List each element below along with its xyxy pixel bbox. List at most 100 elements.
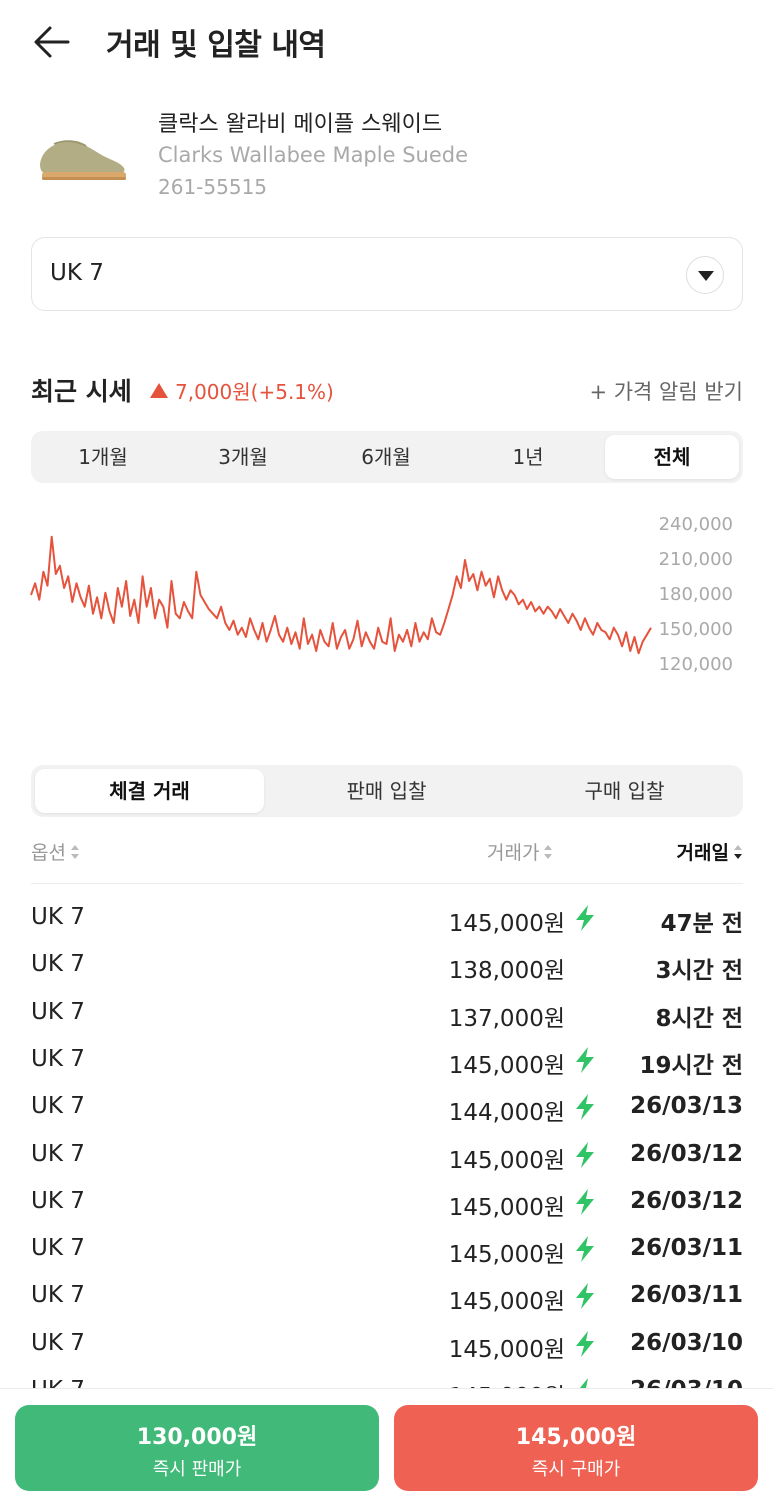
price-chart-plot: [30, 535, 652, 655]
sort-by-date[interactable]: 거래일: [677, 838, 743, 865]
trade-tabs: 체결 거래 판매 입찰 구매 입찰: [31, 765, 743, 817]
row-date: 19시간 전: [639, 1052, 744, 1079]
row-price: 145,000원: [448, 1336, 565, 1363]
table-row: UK 7 145,000원 26/03/10: [31, 1320, 743, 1367]
price-chart: 240,000 210,000 180,000 150,000 120,000: [0, 500, 773, 700]
row-option: UK 7: [31, 1282, 85, 1309]
size-select[interactable]: UK 7: [31, 237, 743, 311]
row-price: 145,000원: [448, 1194, 565, 1221]
buy-label: 즉시 구매가: [531, 1459, 621, 1480]
row-price: 145,000원: [448, 1052, 565, 1079]
row-price: 145,000원: [448, 911, 565, 937]
table-row: UK 7 145,000원 19시간 전: [31, 1036, 743, 1083]
size-dropdown-button[interactable]: [686, 256, 724, 294]
row-option: UK 7: [31, 1045, 85, 1072]
y-tick-label: 210,000: [658, 549, 733, 570]
sort-by-price[interactable]: 거래가: [487, 838, 553, 865]
header-option: 옵션: [31, 842, 66, 864]
lightning-icon: [572, 1330, 598, 1358]
tab-completed-trades[interactable]: 체결 거래: [35, 769, 264, 813]
tab-1-year[interactable]: 1년: [459, 435, 597, 479]
sell-label: 즉시 판매가: [152, 1459, 242, 1480]
table-row: UK 7 145,000원 26/03/12: [31, 1131, 743, 1178]
y-tick-label: 240,000: [658, 514, 733, 535]
sell-price: 130,000원: [136, 1425, 258, 1450]
buy-price: 145,000원: [515, 1425, 637, 1450]
row-date: 26/03/12: [630, 1187, 743, 1214]
row-date: 26/03/11: [630, 1235, 743, 1262]
row-option: UK 7: [31, 1329, 85, 1356]
row-option: UK 7: [31, 951, 85, 978]
tab-all[interactable]: 전체: [605, 435, 739, 479]
tab-1-month[interactable]: 1개월: [35, 435, 171, 479]
tab-buy-bids[interactable]: 구매 입찰: [510, 769, 739, 813]
arrow-left-icon: [34, 26, 70, 58]
header-date: 거래일: [676, 842, 729, 864]
instant-buy-button[interactable]: 145,000원 즉시 구매가: [394, 1405, 758, 1491]
row-option: UK 7: [31, 998, 85, 1025]
table-row: UK 7 137,000원 8시간 전: [31, 989, 743, 1036]
tab-6-months[interactable]: 6개월: [317, 435, 455, 479]
row-option: UK 7: [31, 904, 85, 930]
period-tabs: 1개월 3개월 6개월 1년 전체: [31, 431, 743, 483]
table-row: UK 7 145,000원 26/03/12: [31, 1178, 743, 1225]
market-change-value: 7,000원(+5.1%): [175, 380, 334, 404]
table-row: UK 7145,000원26/03/10: [31, 1367, 743, 1390]
size-value: UK 7: [50, 260, 104, 286]
row-date: 3시간 전: [655, 958, 744, 985]
row-date: 26/03/11: [630, 1282, 743, 1309]
row-option: UK 7: [31, 1235, 85, 1262]
row-price: 137,000원: [448, 1005, 565, 1032]
table-row: UK 7 144,000원 26/03/13: [31, 1083, 743, 1130]
bottom-action-bar: 130,000원 즉시 판매가 145,000원 즉시 구매가: [0, 1388, 773, 1500]
product-name-en: Clarks Wallabee Maple Suede: [158, 143, 469, 167]
row-option: UK 7: [31, 1093, 85, 1120]
sort-icon: [70, 843, 80, 865]
lightning-icon: [572, 1282, 598, 1310]
y-tick-label: 180,000: [658, 584, 733, 605]
sort-icon: [543, 843, 553, 865]
row-option: UK 7: [31, 1187, 85, 1214]
price-alert-link[interactable]: + 가격 알림 받기: [589, 376, 743, 406]
back-button[interactable]: [30, 18, 78, 66]
y-tick-label: 150,000: [658, 619, 733, 640]
product-image: [34, 130, 130, 186]
tab-3-months[interactable]: 3개월: [175, 435, 311, 479]
market-price-row: 최근 시세 7,000원(+5.1%) + 가격 알림 받기: [31, 372, 743, 408]
row-date: 26/03/10: [630, 1329, 743, 1356]
row-date: 47분 전: [660, 911, 743, 937]
row-date: 8시간 전: [655, 1005, 744, 1032]
trade-table-body: UK 7 145,000원 47분 전 UK 7 138,000원 3시간 전 UK 7 13…: [31, 894, 743, 1390]
row-date: 26/03/12: [630, 1140, 743, 1167]
row-date: 26/03/13: [630, 1093, 743, 1120]
instant-sell-button[interactable]: 130,000원 즉시 판매가: [15, 1405, 379, 1491]
product-code: 261-55515: [158, 175, 268, 199]
lightning-icon: [572, 904, 598, 932]
top-bar: 거래 및 입찰 내역: [0, 0, 773, 84]
product-name: 클락스 왈라비 메이플 스웨이드: [158, 112, 443, 137]
row-price: 145,000원: [448, 1147, 565, 1174]
market-label: 최근 시세: [31, 377, 132, 406]
row-option: UK 7: [31, 1140, 85, 1167]
price-series-line: [30, 535, 652, 655]
sort-by-option[interactable]: 옵션: [31, 838, 80, 865]
row-price: 145,000원: [448, 1242, 565, 1269]
product-summary[interactable]: 클락스 왈라비 메이플 스웨이드 Clarks Wallabee Maple S…: [0, 100, 773, 210]
lightning-icon: [572, 1188, 598, 1216]
row-price: 138,000원: [448, 958, 565, 985]
y-tick-label: 120,000: [658, 654, 733, 675]
sort-desc-icon: [733, 843, 743, 865]
lightning-icon: [572, 1093, 598, 1121]
tab-sell-bids[interactable]: 판매 입찰: [272, 769, 501, 813]
page-title: 거래 및 입찰 내역: [106, 28, 326, 63]
row-price: 144,000원: [448, 1100, 565, 1127]
row-price: 145,000원: [448, 1289, 565, 1316]
chevron-down-icon: [698, 271, 714, 281]
header-price: 거래가: [487, 842, 540, 864]
triangle-up-icon: [149, 380, 169, 404]
table-row: UK 7 145,000원 26/03/11: [31, 1272, 743, 1319]
lightning-icon: [572, 1235, 598, 1263]
trade-table-header: 옵션 거래가 거래일: [31, 834, 743, 884]
table-row: UK 7 145,000원 47분 전: [31, 894, 743, 941]
table-row: UK 7 138,000원 3시간 전: [31, 941, 743, 988]
